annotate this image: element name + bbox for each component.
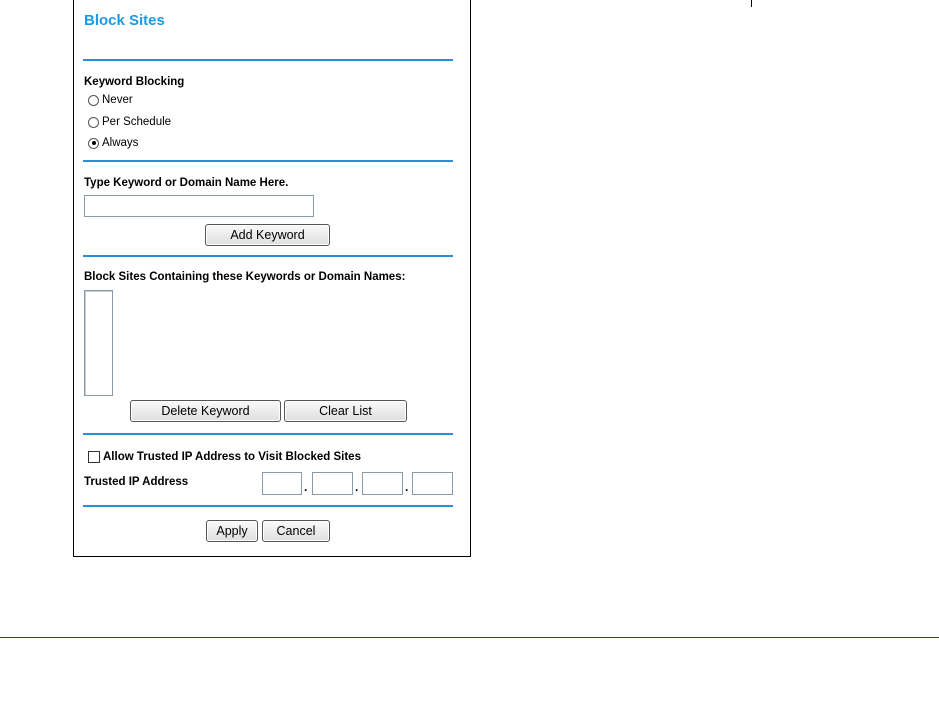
keyword-input[interactable] bbox=[84, 195, 314, 217]
blocked-list-label: Block Sites Containing these Keywords or… bbox=[84, 271, 406, 283]
allow-trusted-ip-option[interactable]: Allow Trusted IP Address to Visit Blocke… bbox=[88, 451, 361, 463]
divider bbox=[83, 160, 453, 162]
radio-per-schedule-label: Per Schedule bbox=[102, 116, 172, 128]
radio-per-schedule-indicator[interactable] bbox=[88, 116, 99, 128]
divider bbox=[83, 59, 453, 61]
cancel-button[interactable]: Cancel bbox=[262, 520, 330, 542]
keyword-entry-label: Type Keyword or Domain Name Here. bbox=[84, 177, 289, 189]
radio-always-indicator[interactable] bbox=[88, 137, 99, 149]
trusted-ip-octet-4[interactable] bbox=[412, 472, 453, 495]
divider bbox=[83, 433, 453, 435]
radio-never-indicator[interactable] bbox=[88, 94, 99, 106]
add-keyword-button[interactable]: Add Keyword bbox=[205, 224, 330, 246]
ip-separator: . bbox=[405, 480, 409, 494]
clear-list-button[interactable]: Clear List bbox=[284, 400, 407, 422]
block-sites-panel: Block Sites Keyword Blocking Never Per S… bbox=[73, 0, 471, 557]
delete-keyword-button[interactable]: Delete Keyword bbox=[130, 400, 281, 422]
trusted-ip-octet-1[interactable] bbox=[262, 472, 302, 495]
trusted-ip-octet-2[interactable] bbox=[312, 472, 353, 495]
page-title: Block Sites bbox=[84, 12, 165, 29]
trusted-ip-octet-3[interactable] bbox=[362, 472, 403, 495]
ip-separator: . bbox=[355, 480, 359, 494]
radio-always[interactable]: Always bbox=[88, 137, 138, 149]
trusted-ip-label: Trusted IP Address bbox=[84, 476, 189, 488]
apply-button[interactable]: Apply bbox=[206, 520, 258, 542]
radio-per-schedule[interactable]: Per Schedule bbox=[88, 116, 171, 128]
footer-rule bbox=[0, 637, 939, 638]
top-edge-mark bbox=[751, 0, 752, 7]
keyword-blocking-label: Keyword Blocking bbox=[84, 76, 185, 88]
divider bbox=[83, 255, 453, 257]
blocked-keywords-listbox[interactable] bbox=[84, 290, 113, 396]
allow-trusted-ip-checkbox[interactable] bbox=[88, 451, 100, 463]
allow-trusted-ip-label: Allow Trusted IP Address to Visit Blocke… bbox=[103, 451, 361, 463]
ip-separator: . bbox=[304, 480, 308, 494]
radio-never-label: Never bbox=[102, 94, 133, 106]
radio-never[interactable]: Never bbox=[88, 94, 133, 106]
divider bbox=[83, 505, 453, 507]
radio-always-label: Always bbox=[102, 137, 139, 149]
